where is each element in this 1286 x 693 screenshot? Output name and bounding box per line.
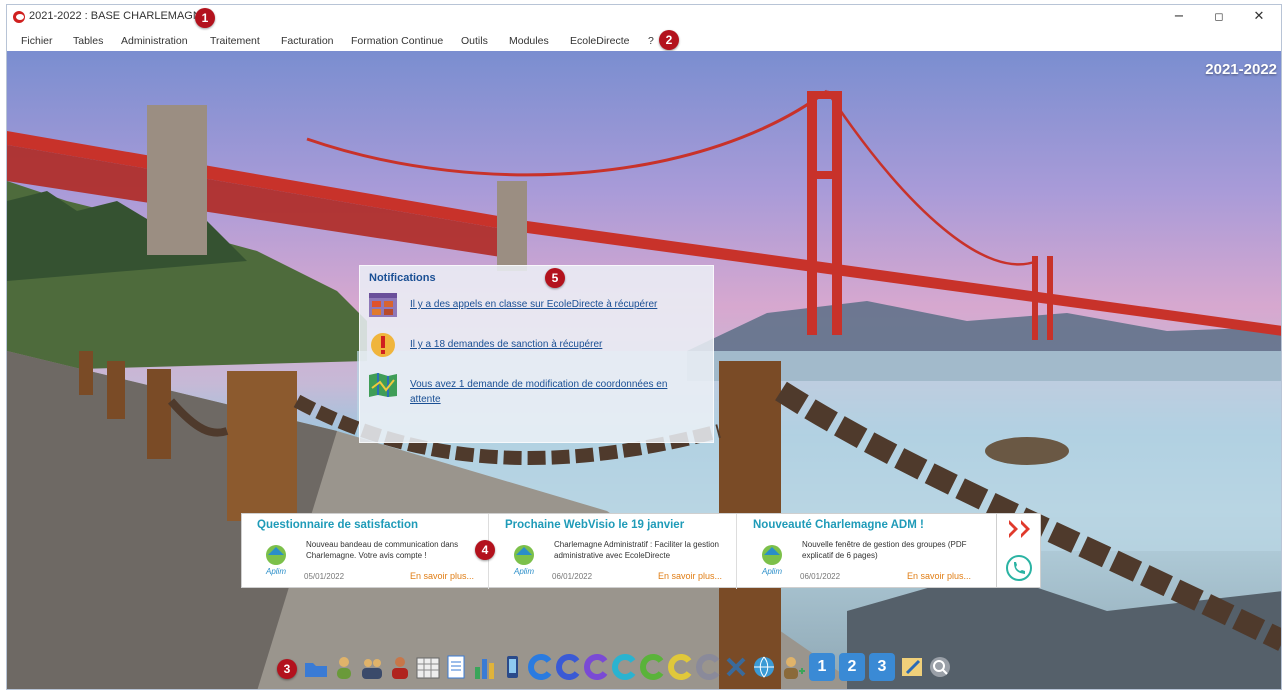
number-3-icon[interactable]: 3 bbox=[869, 653, 895, 681]
aplim-logo-text: Aplim bbox=[265, 567, 286, 576]
news-strip: Questionnaire de satisfaction Aplim Nouv… bbox=[241, 513, 1031, 589]
school-year-label: 2021-2022 bbox=[1205, 61, 1277, 78]
menu-bar: Fichier Tables Administration Traitement… bbox=[7, 30, 1281, 51]
notification-item[interactable]: Il y a des appels en classe sur EcoleDir… bbox=[368, 290, 708, 324]
app-window: 2021-2022 : BASE CHARLEMAGNE 1 − ◻ ✕ Fic… bbox=[6, 4, 1282, 690]
news-card[interactable]: Questionnaire de satisfaction Aplim Nouv… bbox=[242, 514, 489, 589]
notification-link[interactable]: Vous avez 1 demande de modification de c… bbox=[410, 377, 700, 407]
news-description: Charlemagne Administratif : Faciliter la… bbox=[554, 540, 719, 560]
people-icon[interactable] bbox=[387, 653, 413, 681]
number-1-icon[interactable]: 1 bbox=[809, 653, 835, 681]
phone-icon[interactable] bbox=[1005, 554, 1033, 582]
aplim-logo-icon: Aplim bbox=[761, 545, 782, 576]
c-blue-icon[interactable] bbox=[555, 653, 581, 681]
menu-traitement[interactable]: Traitement bbox=[210, 35, 260, 47]
title-bar: 2021-2022 : BASE CHARLEMAGNE 1 − ◻ ✕ bbox=[7, 5, 1281, 29]
news-description: Nouvelle fenêtre de gestion des groupes … bbox=[802, 540, 967, 560]
document-icon[interactable] bbox=[443, 653, 469, 681]
number-2-icon[interactable]: 2 bbox=[839, 653, 865, 681]
edit-icon[interactable] bbox=[899, 653, 925, 681]
warning-exclamation-icon bbox=[371, 333, 395, 357]
globe-icon[interactable] bbox=[751, 653, 777, 681]
user-add-icon[interactable] bbox=[779, 653, 805, 681]
aplim-logo-icon: Aplim bbox=[513, 545, 534, 576]
callout-badge-2: 2 bbox=[659, 30, 679, 50]
news-description: Nouveau bandeau de communication dans Ch… bbox=[306, 540, 459, 560]
news-more-link[interactable]: En savoir plus... bbox=[658, 571, 722, 581]
desktop-wallpaper: 2021-2022 Notifications 5 Il y a des app… bbox=[7, 51, 1281, 689]
callout-badge-3: 3 bbox=[277, 659, 297, 679]
news-date: 06/01/2022 bbox=[552, 572, 593, 581]
news-card[interactable]: Nouveauté Charlemagne ADM ! Aplim Nouvel… bbox=[738, 514, 985, 589]
notification-item[interactable]: Il y a 18 demandes de sanction à récupér… bbox=[368, 330, 708, 364]
calendar-icon[interactable] bbox=[415, 653, 441, 681]
news-title[interactable]: Questionnaire de satisfaction bbox=[257, 519, 418, 531]
news-date: 05/01/2022 bbox=[304, 572, 345, 581]
menu-ecoledirecte[interactable]: EcoleDirecte bbox=[570, 35, 630, 47]
c-green-icon[interactable] bbox=[639, 653, 665, 681]
notifications-title: Notifications bbox=[369, 272, 436, 284]
map-icon bbox=[369, 373, 397, 397]
aplim-logo-text: Aplim bbox=[513, 567, 534, 576]
callout-badge-4: 4 bbox=[475, 540, 495, 560]
c-yellow-icon[interactable] bbox=[667, 653, 693, 681]
notification-link[interactable]: Il y a 18 demandes de sanction à récupér… bbox=[410, 337, 700, 352]
news-date: 06/01/2022 bbox=[800, 572, 841, 581]
news-more-link[interactable]: En savoir plus... bbox=[410, 571, 474, 581]
c-purple-icon[interactable] bbox=[583, 653, 609, 681]
minimize-button[interactable]: − bbox=[1159, 7, 1199, 27]
aplim-logo-text: Aplim bbox=[761, 567, 782, 576]
group-icon[interactable] bbox=[359, 653, 385, 681]
callout-badge-5: 5 bbox=[545, 268, 565, 288]
double-chevron-right-icon[interactable] bbox=[1007, 520, 1033, 538]
phone-device-icon[interactable] bbox=[499, 653, 525, 681]
notification-link[interactable]: Il y a des appels en classe sur EcoleDir… bbox=[410, 297, 700, 312]
news-title[interactable]: Nouveauté Charlemagne ADM ! bbox=[753, 519, 924, 531]
menu-facturation[interactable]: Facturation bbox=[281, 35, 334, 47]
callout-badge-1: 1 bbox=[195, 8, 215, 28]
c-cyan-icon[interactable] bbox=[611, 653, 637, 681]
folder-icon[interactable] bbox=[303, 653, 329, 681]
menu-administration[interactable]: Administration bbox=[121, 35, 188, 47]
search-icon[interactable] bbox=[927, 653, 953, 681]
notifications-panel: Notifications 5 Il y a des appels en cla… bbox=[359, 265, 714, 443]
app-logo-icon bbox=[13, 11, 25, 23]
window-title: 2021-2022 : BASE CHARLEMAGNE bbox=[29, 10, 209, 22]
c-blue-icon[interactable] bbox=[527, 653, 553, 681]
menu-fichier[interactable]: Fichier bbox=[21, 35, 53, 47]
news-card[interactable]: Prochaine WebVisio le 19 janvier Aplim C… bbox=[490, 514, 737, 589]
news-side-controls bbox=[996, 513, 1041, 588]
news-more-link[interactable]: En savoir plus... bbox=[907, 571, 971, 581]
menu-outils[interactable]: Outils bbox=[461, 35, 488, 47]
menu-modules[interactable]: Modules bbox=[509, 35, 549, 47]
user-icon[interactable] bbox=[331, 653, 357, 681]
news-title[interactable]: Prochaine WebVisio le 19 janvier bbox=[505, 519, 684, 531]
bars-icon[interactable] bbox=[471, 653, 497, 681]
menu-help[interactable]: ? bbox=[648, 35, 654, 47]
close-x-icon[interactable] bbox=[723, 653, 749, 681]
c-grey-icon[interactable] bbox=[695, 653, 721, 681]
aplim-logo-icon: Aplim bbox=[265, 545, 286, 576]
menu-tables[interactable]: Tables bbox=[73, 35, 103, 47]
notification-item[interactable]: Vous avez 1 demande de modification de c… bbox=[368, 370, 708, 407]
maximize-button[interactable]: ◻ bbox=[1199, 7, 1239, 27]
calendar-grid-icon bbox=[369, 293, 397, 317]
menu-formation-continue[interactable]: Formation Continue bbox=[351, 35, 443, 47]
launcher-dock: 1 2 3 bbox=[303, 649, 987, 687]
close-button[interactable]: ✕ bbox=[1239, 7, 1279, 27]
